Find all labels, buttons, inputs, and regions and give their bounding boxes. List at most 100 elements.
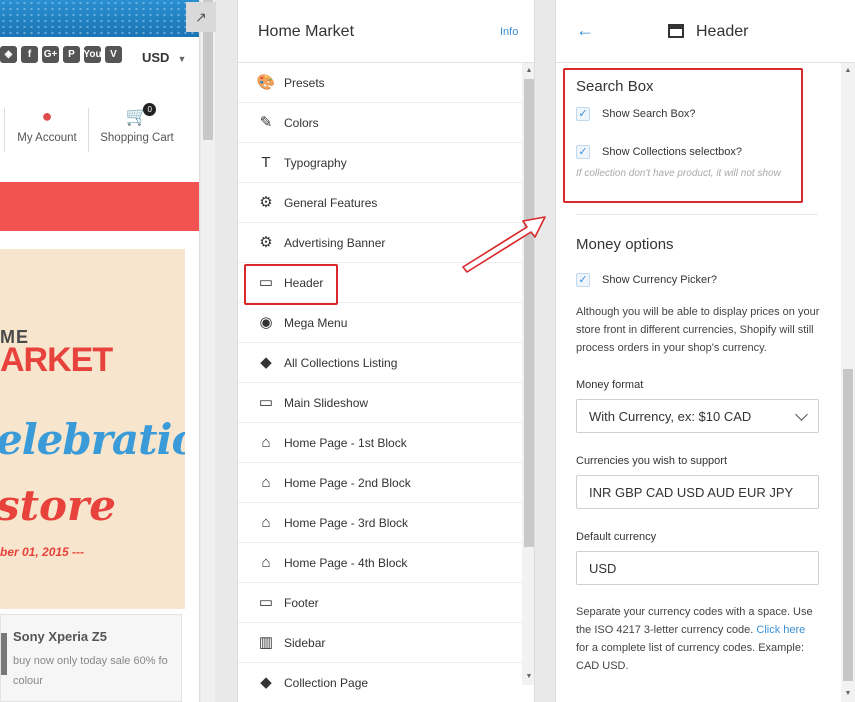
promo-banner[interactable]: ME ARKET elebration store ber 01, 2015 -… [0, 249, 185, 609]
currencies-input[interactable]: INR GBP CAD USD AUD EUR JPY [576, 475, 819, 509]
menu-title: Home Market [258, 23, 355, 40]
menu-header: Home Market Info [238, 0, 534, 63]
menu-item-collection-page[interactable]: ◆ Collection Page [238, 663, 522, 702]
menu-item-general-features[interactable]: ⚙ General Features [238, 183, 522, 223]
scrollbar-thumb[interactable] [524, 79, 534, 547]
back-arrow-icon[interactable]: ← [576, 20, 594, 41]
navigation-bar [0, 182, 199, 231]
home-page-1st-block-icon: ⌂ [261, 433, 271, 451]
preview-topbar [0, 0, 199, 37]
menu-item-label: Mega Menu [284, 315, 348, 330]
default-currency-input[interactable]: USD [576, 551, 819, 585]
google-plus-icon[interactable]: G+ [42, 46, 59, 63]
scroll-down-icon[interactable]: ▼ [841, 688, 855, 700]
menu-item-home-page-3rd-block[interactable]: ⌂ Home Page - 3rd Block [238, 503, 522, 543]
panel-scrollbar[interactable]: ▲ ▼ [841, 63, 855, 702]
menu-item-header[interactable]: ▭ Header [238, 263, 522, 305]
product-thumbnail [1, 633, 7, 675]
default-currency-value: USD [589, 560, 617, 576]
store-preview: ◈ f G+ P You V USD ▼ ● My Account 🛒 0 Shopping … [0, 0, 200, 702]
user-icon: ● [41, 106, 53, 126]
currency-description: Although you will be able to display pri… [576, 306, 820, 354]
scrollbar-thumb[interactable] [843, 369, 853, 681]
banner-date-text: ber 01, 2015 --- [0, 545, 85, 559]
pinterest-like-icon[interactable]: ◈ [0, 46, 17, 63]
menu-list: 🎨 Presets ✎ Colors T Typography ⚙ General Featu… [238, 63, 522, 702]
menu-item-presets[interactable]: 🎨 Presets [238, 63, 522, 103]
scroll-up-icon[interactable]: ▲ [522, 65, 534, 77]
product-name: Sony Xperia Z5 [13, 629, 107, 644]
cart-icon: 🛒 0 [126, 103, 157, 126]
expand-icon[interactable]: ↗ [186, 2, 216, 32]
menu-item-label: Advertising Banner [284, 235, 386, 250]
home-page-3rd-block-icon: ⌂ [261, 513, 271, 531]
home-page-2nd-block-icon: ⌂ [261, 473, 271, 491]
currencies-value: INR GBP CAD USD AUD EUR JPY [589, 484, 794, 500]
header-icon [668, 24, 684, 38]
panel-header: ← Header [556, 0, 855, 63]
info-link[interactable]: Info [500, 26, 518, 38]
menu-item-typography[interactable]: T Typography [238, 143, 522, 183]
my-account-label: My Account [17, 132, 77, 144]
currencies-label: Currencies you wish to support [576, 455, 728, 467]
menu-item-label: Header [284, 275, 324, 290]
currency-selector[interactable]: USD ▼ [142, 50, 186, 65]
header-icon: ▭ [258, 273, 274, 291]
vimeo-icon[interactable]: V [105, 46, 122, 63]
facebook-icon[interactable]: f [21, 46, 38, 63]
menu-item-mega-menu[interactable]: ◉ Mega Menu [238, 303, 522, 343]
search-box-highlight [563, 68, 803, 203]
main-slideshow-icon: ▭ [258, 393, 274, 411]
scroll-up-icon[interactable]: ▲ [841, 65, 855, 77]
money-format-select[interactable]: With Currency, ex: $10 CAD [576, 399, 819, 433]
menu-item-label: Footer [284, 595, 319, 610]
typography-icon: T [261, 153, 271, 171]
preview-scrollbar[interactable] [201, 0, 215, 702]
all-collections-listing-icon: ◆ [260, 353, 272, 371]
menu-item-home-page-4th-block[interactable]: ⌂ Home Page - 4th Block [238, 543, 522, 583]
screen: ◈ f G+ P You V USD ▼ ● My Account 🛒 0 Shopping … [0, 0, 855, 702]
menu-item-label: All Collections Listing [284, 355, 398, 370]
divider [88, 108, 89, 152]
money-format-value: With Currency, ex: $10 CAD [589, 408, 752, 424]
scroll-down-icon[interactable]: ▼ [522, 671, 534, 683]
my-account-link[interactable]: ● My Account [14, 106, 80, 144]
note-text-end: for a complete list of currency codes. E… [576, 642, 805, 672]
show-currency-picker-option[interactable]: ✓ Show Currency Picker? [576, 273, 820, 287]
menu-item-main-slideshow[interactable]: ▭ Main Slideshow [238, 383, 522, 423]
pinterest-icon[interactable]: P [63, 46, 80, 63]
menu-item-label: Home Page - 1st Block [284, 435, 407, 450]
checkbox-checked[interactable]: ✓ [576, 273, 590, 287]
menu-item-sidebar[interactable]: ▥ Sidebar [238, 623, 522, 663]
header-links: ● My Account 🛒 0 Shopping Cart [0, 103, 199, 154]
money-options-title: Money options [576, 236, 674, 253]
product-card[interactable]: Sony Xperia Z5 buy now only today sale 6… [0, 614, 182, 702]
product-description: buy now only today sale 60% fo colour [13, 655, 168, 687]
colors-icon: ✎ [259, 113, 273, 131]
cart-count-badge: 0 [143, 103, 157, 116]
menu-item-advertising-banner[interactable]: ⚙ Advertising Banner [238, 223, 522, 263]
menu-item-footer[interactable]: ▭ Footer [238, 583, 522, 623]
menu-item-home-page-2nd-block[interactable]: ⌂ Home Page - 2nd Block [238, 463, 522, 503]
footer-icon: ▭ [258, 593, 274, 611]
youtube-icon[interactable]: You [83, 46, 102, 63]
collection-page-icon: ◆ [260, 673, 272, 691]
currency-codes-note: Separate your currency codes with a spac… [576, 603, 820, 675]
menu-scrollbar[interactable]: ▲ ▼ [522, 63, 534, 685]
social-icons: ◈ f G+ P You V [0, 46, 122, 63]
money-format-label: Money format [576, 379, 644, 391]
menu-item-home-page-1st-block[interactable]: ⌂ Home Page - 1st Block [238, 423, 522, 463]
menu-item-label: Collection Page [284, 675, 369, 690]
theme-settings-menu: Home Market Info 🎨 Presets ✎ Colors T Typogra… [237, 0, 535, 702]
menu-item-label: Home Page - 4th Block [284, 555, 408, 570]
menu-item-all-collections-listing[interactable]: ◆ All Collections Listing [238, 343, 522, 383]
chevron-down-icon [795, 408, 808, 421]
shopping-cart-link[interactable]: 🛒 0 Shopping Cart [96, 103, 178, 144]
menu-item-colors[interactable]: ✎ Colors [238, 103, 522, 143]
menu-item-label: Presets [284, 75, 325, 90]
show-currency-picker-label: Show Currency Picker? [602, 274, 717, 286]
menu-item-label: Main Slideshow [284, 395, 369, 410]
shopping-cart-label: Shopping Cart [100, 132, 174, 144]
click-here-link[interactable]: Click here [756, 624, 805, 636]
caret-down-icon: ▼ [177, 54, 187, 64]
